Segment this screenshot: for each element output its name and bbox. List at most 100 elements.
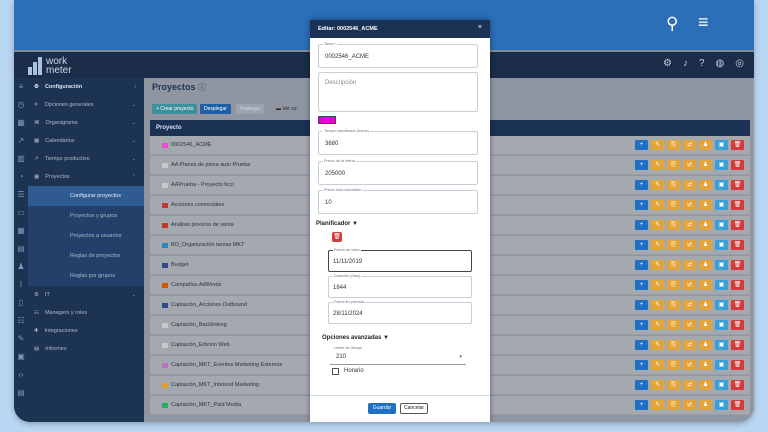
edit-icon[interactable]: ✎ [651,320,664,330]
share-icon[interactable]: ⇄ [683,300,696,310]
edit-icon[interactable]: ✎ [651,280,664,290]
add-icon[interactable]: + [635,180,648,190]
clock-icon[interactable]: ◔ [14,168,28,186]
gear-icon[interactable]: ⚙ [663,58,672,69]
sidebar-item-tiempo[interactable]: ↗ Tiempo productivo ⌄ [28,150,144,168]
calendar-icon[interactable]: ▣ [715,220,728,230]
expand-row-icon[interactable]: › [154,382,162,388]
users-icon[interactable]: ♟ [699,380,712,390]
add-icon[interactable]: + [635,240,648,250]
copy-icon[interactable]: ⎘ [667,220,680,230]
expand-button[interactable]: Desplegar [200,104,231,114]
users-icon[interactable]: ♟ [699,220,712,230]
close-icon[interactable]: × [478,24,482,31]
chart-line-icon[interactable]: ⌇ [14,276,28,294]
sidebar-header-configuracion[interactable]: ⚙ Configuración ‹ [28,78,144,96]
calendar-icon[interactable]: ▣ [715,140,728,150]
calendar-icon[interactable]: ▣ [715,340,728,350]
share-icon[interactable]: ⇄ [683,380,696,390]
search-icon[interactable]: ⚲ [666,14,678,34]
calendar-icon[interactable]: ▣ [715,360,728,370]
sidebar-item-it[interactable]: ⚙ IT ⌄ [28,286,144,304]
expand-row-icon[interactable]: › [154,302,162,308]
add-icon[interactable]: + [635,400,648,410]
limite-select[interactable]: Límite de tiempo 210 ▾ [330,346,466,365]
precio-hora-field[interactable]: Precio hora facturable 10 [318,188,478,214]
calendar-icon[interactable]: ▣ [715,380,728,390]
menu-icon[interactable]: ≡ [14,78,28,96]
users-icon[interactable]: ♟ [699,260,712,270]
copy-icon[interactable]: ⎘ [667,140,680,150]
calendar-icon[interactable]: ▣ [715,280,728,290]
table-icon[interactable]: ▣ [14,348,28,366]
copy-icon[interactable]: ⎘ [667,240,680,250]
expand-row-icon[interactable]: › [154,342,162,348]
expand-row-icon[interactable]: › [154,222,162,228]
calendar-icon[interactable]: ▣ [715,240,728,250]
add-icon[interactable]: + [635,300,648,310]
expand-row-icon[interactable]: › [154,402,162,408]
calendar-icon[interactable]: ▣ [715,320,728,330]
share-icon[interactable]: ⇄ [683,200,696,210]
calendar-icon[interactable]: ▣ [715,260,728,270]
edit-icon[interactable]: ✎ [651,180,664,190]
share-icon[interactable]: ⇄ [683,160,696,170]
add-icon[interactable]: + [635,380,648,390]
copy-icon[interactable]: ⎘ [667,360,680,370]
descripcion-field[interactable]: Descripción [318,72,478,112]
users-icon[interactable]: ♟ [699,160,712,170]
users-icon[interactable]: ♟ [699,200,712,210]
view-toggle[interactable]: ▬ Ver co [272,104,301,114]
share-icon[interactable]: ⇄ [683,340,696,350]
sidebar-item-proyectos[interactable]: ▦ Proyectos ⌃ [28,168,144,186]
share-icon[interactable]: ⇄ [683,400,696,410]
expand-row-icon[interactable]: › [154,182,162,188]
trash-icon[interactable]: 🗑 [731,300,744,310]
add-icon[interactable]: + [635,220,648,230]
users-icon[interactable]: ♟ [699,300,712,310]
edit-icon[interactable]: ✎ [651,380,664,390]
dashboard-icon[interactable]: ◷ [14,96,28,114]
users-icon[interactable]: ♟ [699,360,712,370]
users-icon[interactable]: ♟ [699,340,712,350]
share-icon[interactable]: ⇄ [683,220,696,230]
copy-icon[interactable]: ⎘ [667,300,680,310]
sidebar-sub-reglas[interactable]: Reglas de proyectos [28,246,144,266]
trash-icon[interactable]: 🗑 [731,380,744,390]
calendar-icon[interactable]: ▦ [14,114,28,132]
copy-icon[interactable]: ⎘ [667,260,680,270]
doc-icon[interactable]: ▯ [14,294,28,312]
help-circle-icon[interactable]: ⓘ [198,83,206,92]
share-icon[interactable]: ⇄ [683,280,696,290]
sidebar-sub-grupos[interactable]: Proyectos y grupos [28,206,144,226]
edit-icon[interactable]: ✎ [651,240,664,250]
expand-row-icon[interactable]: › [154,262,162,268]
trash-icon[interactable]: 🗑 [332,232,342,242]
trash-icon[interactable]: 🗑 [731,360,744,370]
copy-icon[interactable]: ⎘ [667,400,680,410]
hamburger-icon[interactable]: ≡ [698,12,709,33]
window-icon[interactable]: ▭ [14,204,28,222]
sidebar-item-informes[interactable]: ▤ Informes [28,340,144,358]
add-icon[interactable]: + [635,280,648,290]
expand-row-icon[interactable]: › [154,362,162,368]
edit-icon[interactable]: ✎ [651,220,664,230]
precio-field[interactable]: Precio de la oferta 205000 [318,159,478,185]
planificador-toggle[interactable]: Planificador ▼ [316,221,358,227]
trend-icon[interactable]: ↗ [14,132,28,150]
trash-icon[interactable]: 🗑 [731,400,744,410]
sidebar-sub-configurar[interactable]: Configurar proyectos [28,186,144,206]
opciones-avanzadas-toggle[interactable]: Opciones avanzadas ▼ [322,335,389,341]
copy-icon[interactable]: ⎘ [667,200,680,210]
calendar-icon[interactable]: ▣ [715,400,728,410]
cancel-button[interactable]: Cancelar [400,403,428,414]
create-project-button[interactable]: + Crear proyecto [152,104,198,114]
trash-icon[interactable]: 🗑 [731,140,744,150]
expand-row-icon[interactable]: › [154,142,162,148]
expand-row-icon[interactable]: › [154,242,162,248]
tiempo-field[interactable]: Tiempo planificado (horas) 3680 [318,129,478,155]
sidebar-item-integraciones[interactable]: ✚ Integraciones [28,322,144,340]
color-swatch[interactable] [318,116,336,124]
trash-icon[interactable]: 🗑 [731,320,744,330]
sidebar-item-calendarios[interactable]: ▦ Calendarios ⌄ [28,132,144,150]
